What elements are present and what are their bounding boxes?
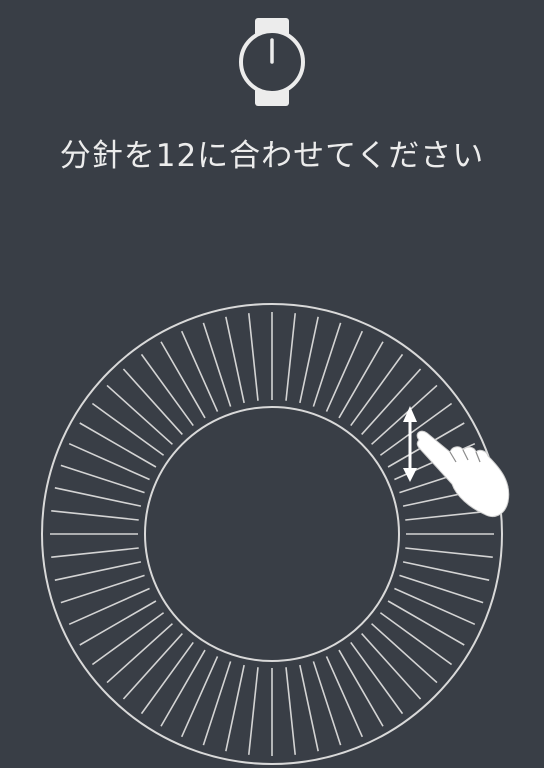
dial-tick bbox=[285, 667, 297, 755]
dial-tick bbox=[325, 656, 364, 738]
dial-tick bbox=[180, 656, 219, 738]
dial-tick bbox=[79, 600, 157, 646]
dial-tick bbox=[180, 330, 219, 412]
dial-tick-marks bbox=[50, 312, 494, 756]
dial-tick bbox=[399, 574, 484, 604]
dial-tick bbox=[160, 341, 206, 419]
dial-tick bbox=[379, 612, 453, 666]
dial-tick bbox=[225, 316, 245, 404]
dial-tick bbox=[106, 384, 173, 445]
dial-tick bbox=[140, 641, 194, 715]
dial-tick bbox=[51, 509, 139, 521]
dial-tick bbox=[361, 633, 422, 700]
dial-tick bbox=[312, 322, 342, 407]
dial-tick bbox=[247, 313, 259, 401]
dial-tick bbox=[54, 561, 142, 581]
dial-tick bbox=[79, 422, 157, 468]
dial-tick bbox=[60, 464, 145, 494]
dial-tick bbox=[68, 442, 150, 481]
dial-tick bbox=[350, 641, 404, 715]
dial-tick bbox=[405, 547, 493, 559]
dial-tick bbox=[387, 600, 465, 646]
dial-tick bbox=[299, 664, 319, 752]
dial-tick bbox=[60, 574, 145, 604]
dial-tick bbox=[91, 612, 165, 666]
dial-tick bbox=[225, 664, 245, 752]
dial-tick bbox=[202, 322, 232, 407]
dial-inner-ring bbox=[144, 406, 400, 662]
dial-tick bbox=[91, 402, 165, 456]
dial-tick bbox=[325, 330, 364, 412]
dial-tick bbox=[394, 587, 476, 626]
dial-tick bbox=[160, 649, 206, 727]
dial-tick bbox=[51, 547, 139, 559]
dial-tick bbox=[402, 561, 490, 581]
dial-tick bbox=[68, 587, 150, 626]
dial-tick bbox=[122, 633, 183, 700]
dial-tick bbox=[54, 487, 142, 507]
dial-tick bbox=[338, 341, 384, 419]
dial-tick bbox=[247, 667, 259, 755]
dial-tick bbox=[285, 313, 297, 401]
dial-tick bbox=[312, 661, 342, 746]
dial-tick bbox=[299, 316, 319, 404]
swipe-vertical-hand-icon bbox=[403, 406, 510, 517]
dial-tick bbox=[202, 661, 232, 746]
dial-tick bbox=[122, 368, 183, 435]
rotary-dial[interactable] bbox=[0, 0, 544, 768]
dial-tick bbox=[371, 623, 438, 684]
dial-tick bbox=[106, 623, 173, 684]
dial-tick bbox=[338, 649, 384, 727]
dial-tick bbox=[140, 353, 194, 427]
